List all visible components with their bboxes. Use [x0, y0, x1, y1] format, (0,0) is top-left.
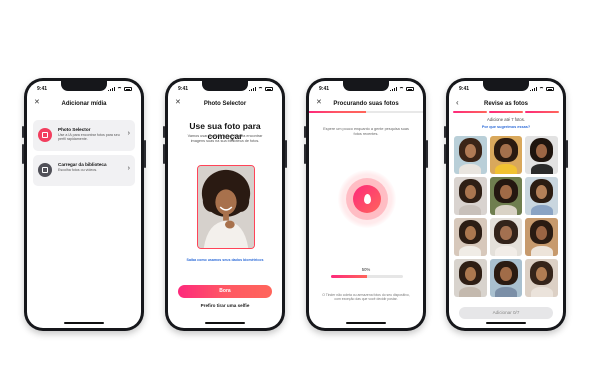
photo-thumbnail[interactable]	[525, 177, 558, 215]
notch	[61, 81, 107, 91]
add-photos-button[interactable]: Adicionar 0/7	[459, 307, 553, 319]
photo-thumbnail[interactable]	[489, 177, 523, 215]
signal-icon	[530, 87, 537, 91]
subtitle: Vamos usar sua foto de perfil para encon…	[187, 134, 263, 143]
close-icon[interactable]: ✕	[316, 97, 322, 109]
photo-thumbnail[interactable]	[454, 218, 487, 256]
instructions: Adicione até 7 fotos.	[487, 117, 525, 122]
signal-icon	[249, 87, 256, 91]
loading-bar	[331, 275, 403, 278]
phone-add-media: 9:41 ✕ Adicionar mídia Photo Selector Us…	[22, 78, 146, 331]
page-title: Photo Selector	[203, 101, 247, 107]
option-description: Use a IA para encontrar fotos para seu p…	[58, 133, 120, 142]
option-title: Photo Selector	[58, 127, 91, 132]
photo-thumbnail[interactable]	[454, 259, 487, 297]
photo-thumbnail[interactable]	[525, 259, 558, 297]
volume-up-button	[444, 126, 446, 138]
photo-thumbnail[interactable]	[525, 218, 558, 256]
chevron-right-icon: ›	[127, 165, 130, 172]
photo-thumbnail[interactable]	[454, 136, 487, 174]
wifi-icon	[258, 87, 263, 91]
power-button	[144, 140, 146, 168]
volume-down-button	[22, 144, 24, 164]
battery-icon	[546, 87, 554, 91]
status-time: 9:41	[459, 86, 470, 92]
status-time: 9:41	[319, 86, 330, 92]
phone-review-photos: 9:41 ‹ Revise as fotos Adicione até 7 fo…	[444, 78, 568, 331]
page-title: Procurando suas fotos	[333, 101, 399, 107]
wait-message: Espere um pouco enquanto a gente pesquis…	[323, 127, 409, 136]
chevron-right-icon: ›	[127, 130, 130, 137]
power-button	[566, 140, 568, 168]
status-time: 9:41	[37, 86, 48, 92]
photo-selector-icon	[38, 128, 52, 142]
home-indicator	[346, 322, 386, 324]
option-title: Carregar da biblioteca	[58, 162, 107, 167]
home-indicator	[486, 322, 526, 324]
notch	[483, 81, 529, 91]
photo-thumbnail[interactable]	[525, 136, 558, 174]
close-icon[interactable]: ✕	[34, 97, 40, 109]
phone-searching: 9:41 ✕ Procurando suas fotos Espere um p…	[304, 78, 428, 331]
notch	[343, 81, 389, 91]
profile-photo	[197, 165, 255, 249]
photo-grid	[454, 136, 558, 297]
volume-up-button	[163, 126, 165, 138]
wifi-icon	[117, 87, 122, 91]
option-description: Escolha fotos ou vídeos.	[58, 168, 98, 172]
volume-down-button	[304, 144, 306, 164]
battery-icon	[265, 87, 273, 91]
why-suggested-link[interactable]: Por que sugerimos essas?	[449, 125, 563, 129]
upload-library-option[interactable]: Carregar da biblioteca Escolha fotos ou …	[33, 155, 135, 186]
notch	[202, 81, 248, 91]
volume-up-button	[304, 126, 306, 138]
page-title: Adicionar mídia	[61, 101, 107, 107]
close-icon[interactable]: ✕	[175, 97, 181, 109]
search-animation	[338, 170, 396, 228]
volume-up-button	[22, 126, 24, 138]
signal-icon	[390, 87, 397, 91]
photo-thumbnail[interactable]	[489, 136, 523, 174]
home-indicator	[64, 322, 104, 324]
flame-icon	[363, 194, 371, 204]
power-button	[285, 140, 287, 168]
progress-percent: 50%	[361, 267, 371, 272]
continue-button[interactable]: Bora	[178, 285, 272, 298]
photo-thumbnail[interactable]	[489, 259, 523, 297]
battery-icon	[124, 87, 132, 91]
photo-selector-option[interactable]: Photo Selector Use a IA para encontrar f…	[33, 120, 135, 151]
volume-down-button	[444, 144, 446, 164]
privacy-footnote: O Tinder não coleta ou armazena fotos do…	[322, 293, 410, 302]
phone-photo-selector: 9:41 ✕ Photo Selector Use sua foto para …	[163, 78, 287, 331]
step-progress	[453, 111, 559, 113]
take-selfie-button[interactable]: Prefiro tirar uma selfie	[174, 303, 276, 308]
home-indicator	[205, 322, 245, 324]
screen: 9:41 ✕ Procurando suas fotos Espere um p…	[309, 81, 423, 328]
screen: 9:41 ✕ Photo Selector Use sua foto para …	[168, 81, 282, 328]
power-button	[426, 140, 428, 168]
back-chevron-icon[interactable]: ‹	[456, 97, 459, 109]
step-progress	[309, 111, 423, 113]
screen: 9:41 ‹ Revise as fotos Adicione até 7 fo…	[449, 81, 563, 328]
wifi-icon	[539, 87, 544, 91]
photo-thumbnail[interactable]	[489, 218, 523, 256]
wifi-icon	[399, 87, 404, 91]
status-time: 9:41	[178, 86, 189, 92]
biometric-data-link[interactable]: Saiba como usamos seus dados biométricos	[174, 258, 276, 262]
volume-down-button	[163, 144, 165, 164]
screen: 9:41 ✕ Adicionar mídia Photo Selector Us…	[27, 81, 141, 328]
battery-icon	[406, 87, 414, 91]
page-title: Revise as fotos	[483, 101, 529, 107]
gallery-icon	[38, 163, 52, 177]
photo-thumbnail[interactable]	[454, 177, 487, 215]
signal-icon	[108, 87, 115, 91]
